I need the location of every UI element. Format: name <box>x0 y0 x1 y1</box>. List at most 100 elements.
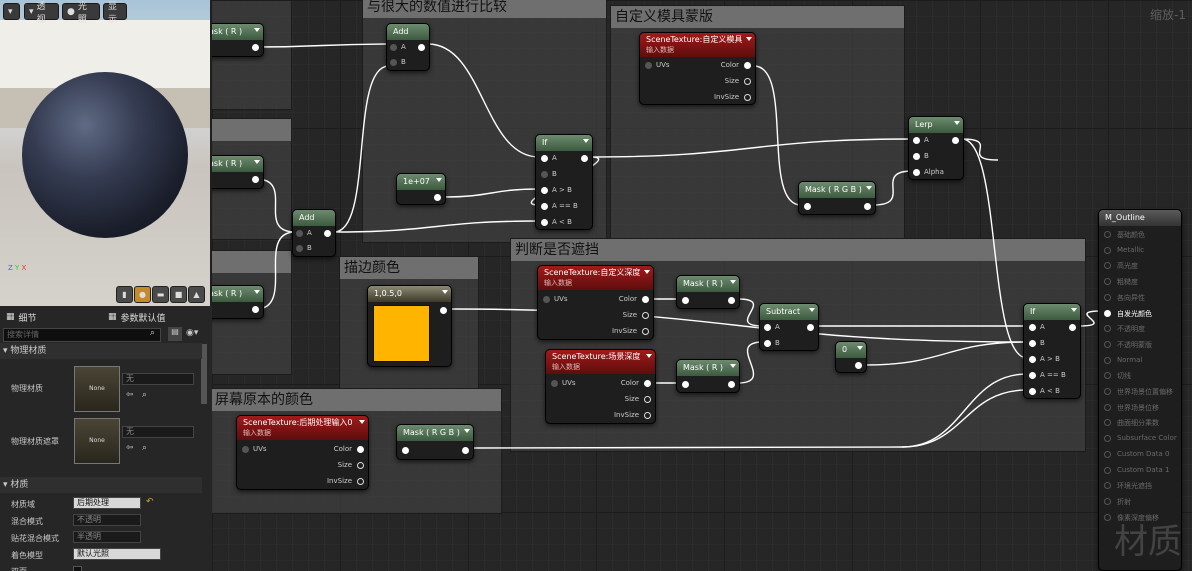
output-pin-color[interactable] <box>642 296 649 303</box>
node-menu-icon[interactable] <box>359 420 365 424</box>
input-pin[interactable] <box>682 297 689 304</box>
output-pin-invsize[interactable] <box>642 328 649 335</box>
node-menu-icon[interactable] <box>954 121 960 125</box>
input-pin-b[interactable] <box>764 340 771 347</box>
input-pin-a[interactable] <box>541 155 548 162</box>
input-pin-b[interactable] <box>913 153 920 160</box>
preview-mesh-button[interactable]: ▲ <box>188 286 205 303</box>
output-pin[interactable] <box>418 44 425 51</box>
output-input-pin[interactable] <box>1104 372 1111 380</box>
node-scenetex-custom-stencil[interactable]: SceneTexture:自定义模具 输入数据 UVs Color Size In… <box>639 32 756 105</box>
tab-param-defaults[interactable]: ▦ 参数默认值 <box>108 308 166 326</box>
node-lerp[interactable]: Lerp A B Alpha <box>908 116 964 180</box>
output-input-pin[interactable] <box>1104 497 1111 505</box>
output-input-pin[interactable] <box>1104 340 1111 348</box>
node-mask-r-left-3[interactable]: ask ( R ) <box>212 285 264 319</box>
output-input-pin[interactable] <box>1104 482 1111 490</box>
input-pin-agtb[interactable] <box>1029 356 1036 363</box>
phys-mask-picker[interactable]: 无 <box>122 426 194 438</box>
output-pin[interactable] <box>728 381 735 388</box>
node-menu-icon[interactable] <box>254 160 260 164</box>
input-pin[interactable] <box>804 203 811 210</box>
output-input-pin[interactable] <box>1104 419 1111 427</box>
tab-details[interactable]: ▦ 细节 <box>6 308 37 326</box>
node-mask-rgb-screen[interactable]: Mask ( R G B ) <box>396 424 474 460</box>
node-menu-icon[interactable] <box>583 139 589 143</box>
output-input-pin[interactable] <box>1104 356 1111 364</box>
output-pin[interactable] <box>434 194 441 201</box>
node-add-mid[interactable]: Add A B <box>292 209 336 257</box>
node-menu-icon[interactable] <box>746 37 752 41</box>
output-pin-color[interactable] <box>357 446 364 453</box>
reset-icon[interactable]: ↶ <box>146 497 154 507</box>
blend-mode-select[interactable]: 不透明 <box>73 514 141 526</box>
output-pin-invsize[interactable] <box>357 478 364 485</box>
material-graph[interactable]: 与很大的数值进行比较 自定义模具蒙版 判断是否遮挡 描边颜色 屏幕原本的颜色 a… <box>212 0 1192 571</box>
node-menu-icon[interactable] <box>436 178 442 182</box>
node-if-occlusion[interactable]: If A B A > B A == B A < B <box>1023 303 1081 399</box>
output-pin-color[interactable] <box>744 62 751 69</box>
output-pin[interactable] <box>252 44 259 51</box>
node-menu-icon[interactable] <box>254 28 260 32</box>
output-pin[interactable] <box>864 203 871 210</box>
browse-icon[interactable]: ⌕ <box>142 390 147 400</box>
node-subtract[interactable]: Subtract A B <box>759 303 819 351</box>
node-menu-icon[interactable] <box>254 290 260 294</box>
input-pin-aeqb[interactable] <box>541 203 548 210</box>
node-add-top[interactable]: Add A B <box>386 23 430 71</box>
node-menu-icon[interactable] <box>1071 308 1077 312</box>
node-scenetex-custom-depth[interactable]: SceneTexture:自定义深度 输入数据 UVs Color Size In… <box>537 265 654 340</box>
input-pin-b[interactable] <box>296 245 303 252</box>
shading-model-select[interactable]: 默认光照 <box>73 548 161 560</box>
input-pin-b[interactable] <box>390 59 397 66</box>
output-input-pin[interactable] <box>1104 325 1111 333</box>
output-input-pin[interactable] <box>1104 450 1111 458</box>
node-scenetex-postprocess[interactable]: SceneTexture:后期处理输入0 输入数据 UVs Color Size … <box>236 415 369 490</box>
output-pin[interactable] <box>1069 324 1076 331</box>
node-menu-icon[interactable] <box>730 280 736 284</box>
phys-material-picker[interactable]: 无 <box>122 373 194 385</box>
input-pin-alpha[interactable] <box>913 169 920 176</box>
section-material[interactable]: ▾ 材质 <box>0 477 202 493</box>
output-pin-size[interactable] <box>744 78 751 85</box>
input-pin-altb[interactable] <box>541 219 548 226</box>
input-pin-agtb[interactable] <box>541 187 548 194</box>
output-pin-size[interactable] <box>644 396 651 403</box>
output-input-pin[interactable] <box>1104 246 1111 254</box>
preview-cube-button[interactable]: ■ <box>170 286 187 303</box>
output-pin-invsize[interactable] <box>644 412 651 419</box>
output-input-pin[interactable] <box>1104 278 1111 286</box>
node-menu-icon[interactable] <box>866 186 872 190</box>
input-pin-a[interactable] <box>1029 324 1036 331</box>
output-pin[interactable] <box>252 176 259 183</box>
browse-icon[interactable]: ⌕ <box>142 443 147 453</box>
input-pin-uvs[interactable] <box>551 380 558 387</box>
input-pin[interactable] <box>682 381 689 388</box>
node-mask-r-left-2[interactable]: ask ( R ) <box>212 155 264 189</box>
node-menu-icon[interactable] <box>464 429 470 433</box>
preview-cylinder-button[interactable]: ▮ <box>116 286 133 303</box>
node-menu-icon[interactable] <box>646 354 652 358</box>
output-pin[interactable] <box>728 297 735 304</box>
output-pin[interactable] <box>440 307 447 314</box>
output-input-pin[interactable] <box>1104 231 1111 238</box>
input-pin-b[interactable] <box>1029 340 1036 347</box>
viewport-menu-button[interactable]: ▾ <box>3 3 20 20</box>
output-input-pin[interactable] <box>1104 513 1111 521</box>
perspective-button[interactable]: ▾ 透视 <box>24 2 59 25</box>
lit-button[interactable]: ● 光照 <box>62 2 100 25</box>
output-pin-size[interactable] <box>642 312 649 319</box>
details-search-input[interactable]: 搜索详情 <box>3 328 161 342</box>
material-domain-select[interactable]: 后期处理 <box>73 497 141 509</box>
node-menu-icon[interactable] <box>644 270 650 274</box>
output-pin[interactable] <box>324 230 331 237</box>
input-pin-uvs[interactable] <box>242 446 249 453</box>
phys-mask-thumbnail[interactable]: None <box>74 418 120 464</box>
decal-blend-select[interactable]: 半透明 <box>73 531 141 543</box>
view-options-icon[interactable]: ▤ <box>168 327 182 341</box>
node-color-constant[interactable]: 1,0.5,0 <box>367 285 452 367</box>
input-pin[interactable] <box>402 447 409 454</box>
input-pin-aeqb[interactable] <box>1029 372 1036 379</box>
output-pin-invsize[interactable] <box>744 94 751 101</box>
input-pin-uvs[interactable] <box>645 62 652 69</box>
